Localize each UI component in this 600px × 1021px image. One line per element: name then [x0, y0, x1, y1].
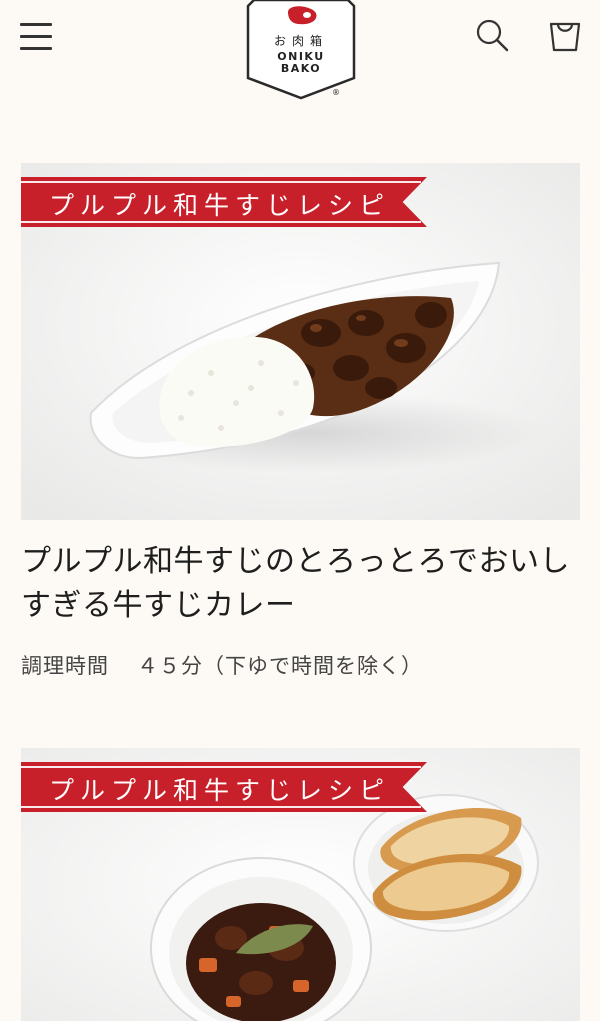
recipe-cooking-time: 調理時間 ４５分（下ゆで時間を除く）	[21, 650, 580, 680]
logo-kanji: お肉箱	[273, 34, 328, 48]
recipe-image-beef-curry[interactable]: プルプル和牛すじレシピ	[21, 163, 580, 520]
cooking-time-label: 調理時間	[21, 654, 109, 678]
logo-line-bako: BAKO	[280, 62, 322, 75]
cooking-time-value: ４５分（下ゆで時間を除く）	[137, 654, 423, 678]
oniku-bako-logo[interactable]: お肉箱 ONIKU BAKO ®	[244, 0, 358, 110]
site-header: お肉箱 ONIKU BAKO ®	[0, 0, 600, 110]
search-icon[interactable]	[475, 18, 511, 54]
recipe-category-banner: プルプル和牛すじレシピ	[21, 177, 427, 227]
cart-icon[interactable]	[546, 16, 584, 54]
recipe-image-beef-stew[interactable]: プルプル和牛すじレシピ	[21, 748, 580, 1021]
recipe-category-banner: プルプル和牛すじレシピ	[21, 762, 427, 812]
recipe-card[interactable]: プルプル和牛すじレシピ	[21, 748, 580, 1021]
recipe-title[interactable]: プルプル和牛すじのとろっとろでおいしすぎる牛すじカレー	[21, 540, 580, 628]
banner-text: プルプル和牛すじレシピ	[49, 776, 391, 805]
hamburger-menu-icon[interactable]	[20, 20, 54, 52]
recipe-card[interactable]: プルプル和牛すじレシピ プルプル和牛すじのとろっとろでおいしすぎる牛すじカレー …	[21, 163, 580, 680]
logo-registered-mark: ®	[332, 88, 340, 97]
banner-text: プルプル和牛すじレシピ	[49, 191, 391, 220]
